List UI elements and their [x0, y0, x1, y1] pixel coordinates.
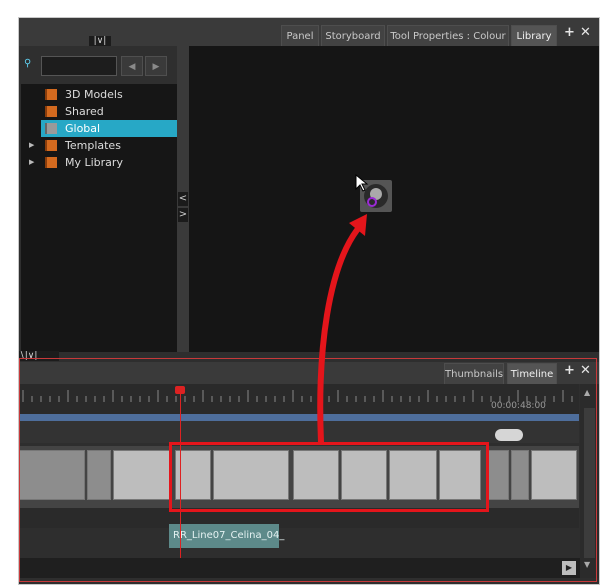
library-content-pane: [189, 46, 599, 352]
tree-item-my-library[interactable]: ▶ My Library: [21, 154, 179, 171]
folder-icon: [45, 157, 57, 168]
search-icon: ⚲: [24, 58, 32, 69]
tab-library[interactable]: Library: [511, 25, 557, 46]
expand-arrow-icon[interactable]: ▶: [29, 154, 34, 171]
tree-item-label: Shared: [65, 105, 104, 118]
collapse-right-icon[interactable]: >: [178, 208, 188, 222]
library-folder-pane: ⚲ ◀ ▶ 3D Models Shared Global ▶ Template…: [19, 46, 179, 352]
tab-tool-properties[interactable]: Tool Properties : Colour: [387, 25, 509, 46]
tree-item-label: 3D Models: [65, 88, 123, 101]
tree-item-label: Templates: [65, 139, 121, 152]
app-window: Panel Storyboard Tool Properties : Colou…: [18, 17, 600, 585]
tab-panel[interactable]: Panel: [281, 25, 319, 46]
tree-item-global[interactable]: Global: [41, 120, 177, 137]
tree-item-label: My Library: [65, 156, 123, 169]
folder-icon: [45, 123, 57, 134]
panel-menu-icon[interactable]: |∨|: [89, 36, 111, 46]
tree-item-shared[interactable]: Shared: [21, 103, 179, 120]
top-tab-bar: Panel Storyboard Tool Properties : Colou…: [19, 18, 599, 46]
library-search-input[interactable]: [41, 56, 117, 76]
library-tree: 3D Models Shared Global ▶ Templates ▶ My…: [21, 84, 179, 352]
tree-item-3d-models[interactable]: 3D Models: [21, 86, 179, 103]
tab-storyboard[interactable]: Storyboard: [321, 25, 385, 46]
pane-splitter[interactable]: < >: [177, 46, 189, 352]
folder-icon: [45, 89, 57, 100]
tree-item-label: Global: [65, 122, 101, 135]
back-button[interactable]: ◀: [121, 56, 143, 76]
collapse-left-icon[interactable]: <: [178, 192, 188, 206]
tree-item-templates[interactable]: ▶ Templates: [21, 137, 179, 154]
close-panel-icon[interactable]: ✕: [580, 25, 591, 40]
folder-icon: [45, 140, 57, 151]
forward-button[interactable]: ▶: [145, 56, 167, 76]
mouse-cursor-icon: [355, 174, 369, 192]
add-panel-icon[interactable]: +: [564, 25, 575, 40]
folder-icon: [45, 106, 57, 117]
timeline-panel-border: [19, 358, 597, 582]
expand-arrow-icon[interactable]: ▶: [29, 137, 34, 154]
